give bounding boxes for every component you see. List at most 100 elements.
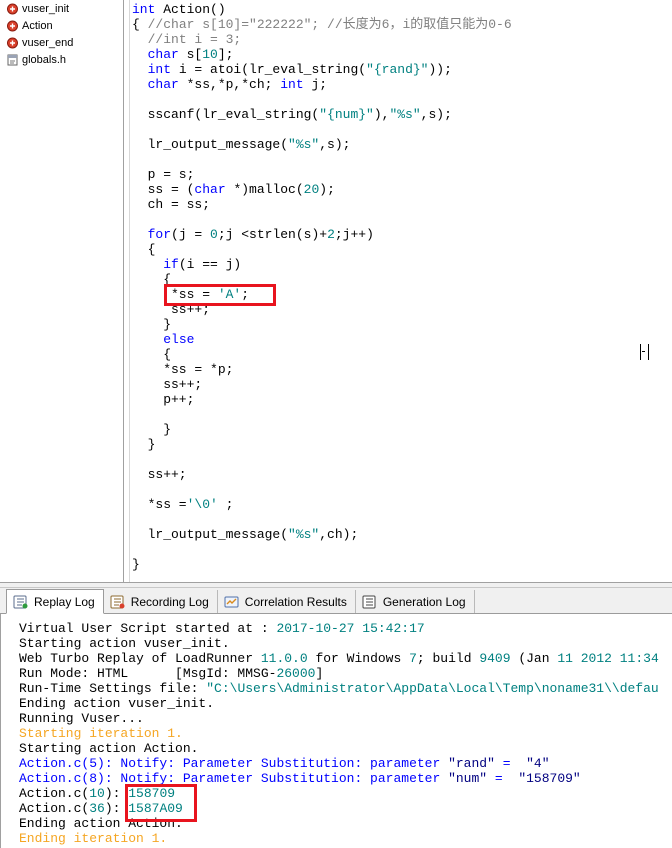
- code-token: "%s": [288, 137, 320, 152]
- code-token: //int i = 3;: [147, 32, 242, 47]
- log-token: =: [494, 756, 527, 771]
- tree-item-vuser-end[interactable]: vuser_end: [0, 34, 123, 51]
- code-token: ];: [217, 47, 234, 62]
- code-token: ,ch);: [319, 527, 359, 542]
- tab-recording-log[interactable]: Recording Log: [104, 590, 218, 613]
- code-line: *ss ='\0' ;: [132, 497, 234, 512]
- code-token: );: [319, 182, 335, 197]
- log-token: 11.0.0: [260, 651, 308, 666]
- tab-generation-log[interactable]: Generation Log: [356, 590, 475, 613]
- code-line: ss++;: [132, 467, 187, 482]
- log-token: =: [487, 771, 519, 786]
- log-line: Action.c(36): 1587A09: [19, 801, 183, 816]
- code-token: int: [132, 2, 156, 17]
- code-token: 10: [202, 47, 218, 62]
- log-line: Action.c(5): Notify: Parameter Substitut…: [19, 756, 550, 771]
- tab-replay-log[interactable]: Replay Log: [6, 589, 104, 614]
- code-token: *ss = *p;: [132, 362, 234, 377]
- code-token: ));: [428, 62, 452, 77]
- log-token: 9409: [479, 651, 511, 666]
- replay-log-text: Virtual User Script started at : 2017-10…: [19, 621, 659, 846]
- code-token: char: [194, 182, 226, 197]
- log-line: Run Mode: HTML [MsgId: MMSG-26000]: [19, 666, 323, 681]
- log-token: Ending action vuser_init.: [19, 696, 215, 711]
- code-token: if: [163, 257, 179, 272]
- code-token: char: [147, 77, 179, 92]
- code-token: *ss =: [132, 497, 187, 512]
- log-token: 11 2012 11:34: [557, 651, 659, 666]
- log-token: Action.c(5): Notify: Parameter Substitut…: [19, 756, 449, 771]
- log-token: Starting iteration 1.: [19, 726, 183, 741]
- log-line: Starting iteration 1.: [19, 726, 183, 741]
- log-token: 1587A09: [128, 801, 183, 816]
- code-token: else: [163, 332, 195, 347]
- log-line: Ending action vuser_init.: [19, 696, 214, 711]
- log-line: Action.c(10): 158709: [19, 786, 175, 801]
- code-token: {: [132, 242, 156, 257]
- tree-item-label: Action: [22, 19, 53, 32]
- log-token: 2017-10-27 15:42:17: [276, 621, 425, 636]
- header-file-icon: [6, 54, 19, 66]
- log-token: Ending action Action.: [19, 816, 183, 831]
- code-token: ss++;: [132, 467, 187, 482]
- code-token: "{rand}": [366, 62, 429, 77]
- code-token: s[: [178, 47, 203, 62]
- correlation-results-icon: [224, 595, 239, 609]
- log-token: ; build: [416, 651, 480, 666]
- code-token: }: [132, 422, 172, 437]
- log-token: Starting action vuser_init.: [19, 636, 230, 651]
- code-token: j;: [303, 77, 328, 92]
- log-line: Action.c(8): Notify: Parameter Substitut…: [19, 771, 581, 786]
- tab-label: Correlation Results: [244, 594, 347, 609]
- code-line: }: [132, 437, 156, 452]
- script-file-tree: vuser_init Action vuser_end globals.h: [0, 0, 124, 582]
- code-line: for(j = 0;j <strlen(s)+2;j++): [132, 227, 374, 242]
- code-token: //char s[10]="222222"; //长度为6，i的取值只能为0-6: [147, 17, 512, 32]
- log-token: 7: [409, 651, 417, 666]
- log-token: Ending iteration 1.: [19, 831, 168, 846]
- tab-correlation-results[interactable]: Correlation Results: [218, 590, 356, 613]
- log-token: Action.c(8): Notify: Parameter Substitut…: [19, 771, 449, 786]
- code-line: int i = atoi(lr_eval_string("{rand}"));: [132, 62, 452, 77]
- code-token: (j =: [171, 227, 211, 242]
- replay-log-pane[interactable]: Virtual User Script started at : 2017-10…: [0, 614, 672, 848]
- code-token: ch = ss;: [132, 197, 211, 212]
- log-token: "4": [526, 756, 550, 771]
- log-line: Web Turbo Replay of LoadRunner 11.0.0 fo…: [19, 651, 659, 666]
- code-token: 20: [303, 182, 320, 197]
- code-token: "{num}": [319, 107, 374, 122]
- tree-item-label: vuser_end: [22, 36, 74, 49]
- code-token: '\0': [186, 497, 218, 512]
- log-token: 26000: [276, 666, 316, 681]
- code-text[interactable]: int Action() { //char s[10]="222222"; //…: [132, 2, 512, 572]
- text-cursor-icon: [640, 344, 649, 360]
- code-line: else: [132, 332, 194, 347]
- code-token: {: [132, 347, 172, 362]
- log-token: ):: [104, 786, 129, 801]
- log-token: Run-Time Settings file:: [19, 681, 207, 696]
- output-tabs: Replay Log Recording Log Correlation Resul…: [0, 588, 672, 614]
- code-token: lr_output_message(: [132, 137, 289, 152]
- log-token: "C:\Users\Administrator\AppData\Local\Te…: [206, 681, 659, 696]
- tree-item-action[interactable]: Action: [0, 17, 123, 34]
- code-editor[interactable]: int Action() { //char s[10]="222222"; //…: [124, 0, 672, 582]
- code-line: //int i = 3;: [132, 32, 242, 47]
- code-line: {: [132, 347, 171, 362]
- script-file-icon: [6, 20, 19, 32]
- code-token: i = atoi(lr_eval_string(: [171, 62, 367, 77]
- code-line: p++;: [132, 392, 194, 407]
- code-token: 0: [210, 227, 218, 242]
- code-token: "%s": [288, 527, 320, 542]
- log-token: (Jan: [510, 651, 558, 666]
- tree-item-globals-h[interactable]: globals.h: [0, 51, 123, 68]
- code-line: ss++;: [132, 302, 210, 317]
- log-token: "num": [448, 771, 488, 786]
- code-line: *ss = *p;: [132, 362, 233, 377]
- tree-item-vuser-init[interactable]: vuser_init: [0, 0, 123, 17]
- code-line: lr_output_message("%s",ch);: [132, 527, 359, 542]
- code-token: ss++;: [132, 302, 211, 317]
